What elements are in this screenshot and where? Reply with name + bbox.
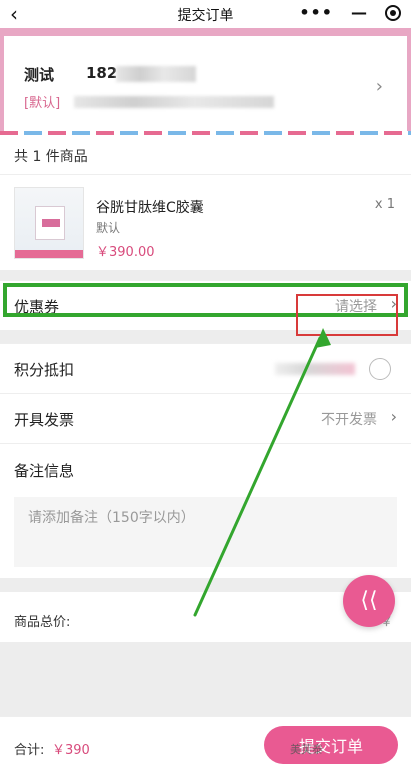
address-card[interactable]: 测试 182 [默认] ›: [0, 28, 411, 135]
remark-section: 备注信息: [0, 443, 411, 578]
points-radio[interactable]: [369, 358, 391, 380]
floating-menu-button[interactable]: ⟨⟨: [343, 575, 395, 627]
product-item[interactable]: 谷胱甘肽维C胶囊 默认 ￥390.00 x 1: [0, 175, 411, 270]
total-label: 合计:: [14, 743, 45, 758]
remark-label: 备注信息: [14, 462, 75, 480]
more-icon[interactable]: •••: [299, 3, 333, 22]
coupon-label: 优惠券: [14, 298, 60, 316]
invoice-chevron-icon: ›: [390, 407, 397, 426]
submit-order-button[interactable]: 提交订单: [264, 726, 398, 764]
invoice-label: 开具发票: [14, 411, 75, 429]
phone-blur: [116, 66, 196, 82]
coupon-chevron-icon: ›: [390, 294, 397, 313]
remark-input[interactable]: [14, 497, 397, 567]
recipient-phone: 182: [86, 64, 118, 82]
capsule-menu: ••• —: [299, 3, 401, 22]
goods-total-label: 商品总价:: [14, 615, 71, 630]
minimize-icon[interactable]: —: [351, 3, 367, 22]
bottom-bar: 合计: ￥390 提交订单 美芙泰: [0, 716, 411, 764]
product-image: [14, 187, 84, 259]
address-chevron-icon: ›: [375, 76, 383, 97]
product-package-image: [35, 206, 65, 240]
recipient-name: 测试: [24, 66, 55, 84]
total-value: ￥390: [52, 743, 90, 758]
product-price: ￥390.00: [96, 245, 155, 260]
points-label: 积分抵扣: [14, 361, 75, 379]
product-name: 谷胱甘肽维C胶囊: [96, 200, 204, 216]
product-spec: 默认: [96, 221, 121, 235]
coupon-row[interactable]: 优惠券 请选择 ›: [0, 280, 411, 330]
item-count-row: 共 1 件商品: [0, 135, 411, 175]
address-blur: [74, 96, 274, 108]
item-count-text: 共 1 件商品: [14, 149, 88, 165]
invoice-value: 不开发票: [321, 412, 377, 428]
invoice-row[interactable]: 开具发票 不开发票 ›: [0, 393, 411, 443]
points-value-blur: [275, 363, 355, 375]
chevrons-icon: ⟨⟨: [360, 588, 378, 613]
product-quantity: x 1: [374, 197, 395, 212]
coupon-select[interactable]: 请选择: [335, 296, 377, 316]
default-address-tag: [默认]: [24, 96, 61, 111]
close-miniprogram-icon[interactable]: [385, 4, 401, 21]
points-row[interactable]: 积分抵扣: [0, 343, 411, 393]
watermark-text: 美芙泰: [290, 743, 323, 756]
product-image-band: [15, 250, 83, 258]
title-bar: ‹ 提交订单 ••• —: [0, 0, 411, 28]
